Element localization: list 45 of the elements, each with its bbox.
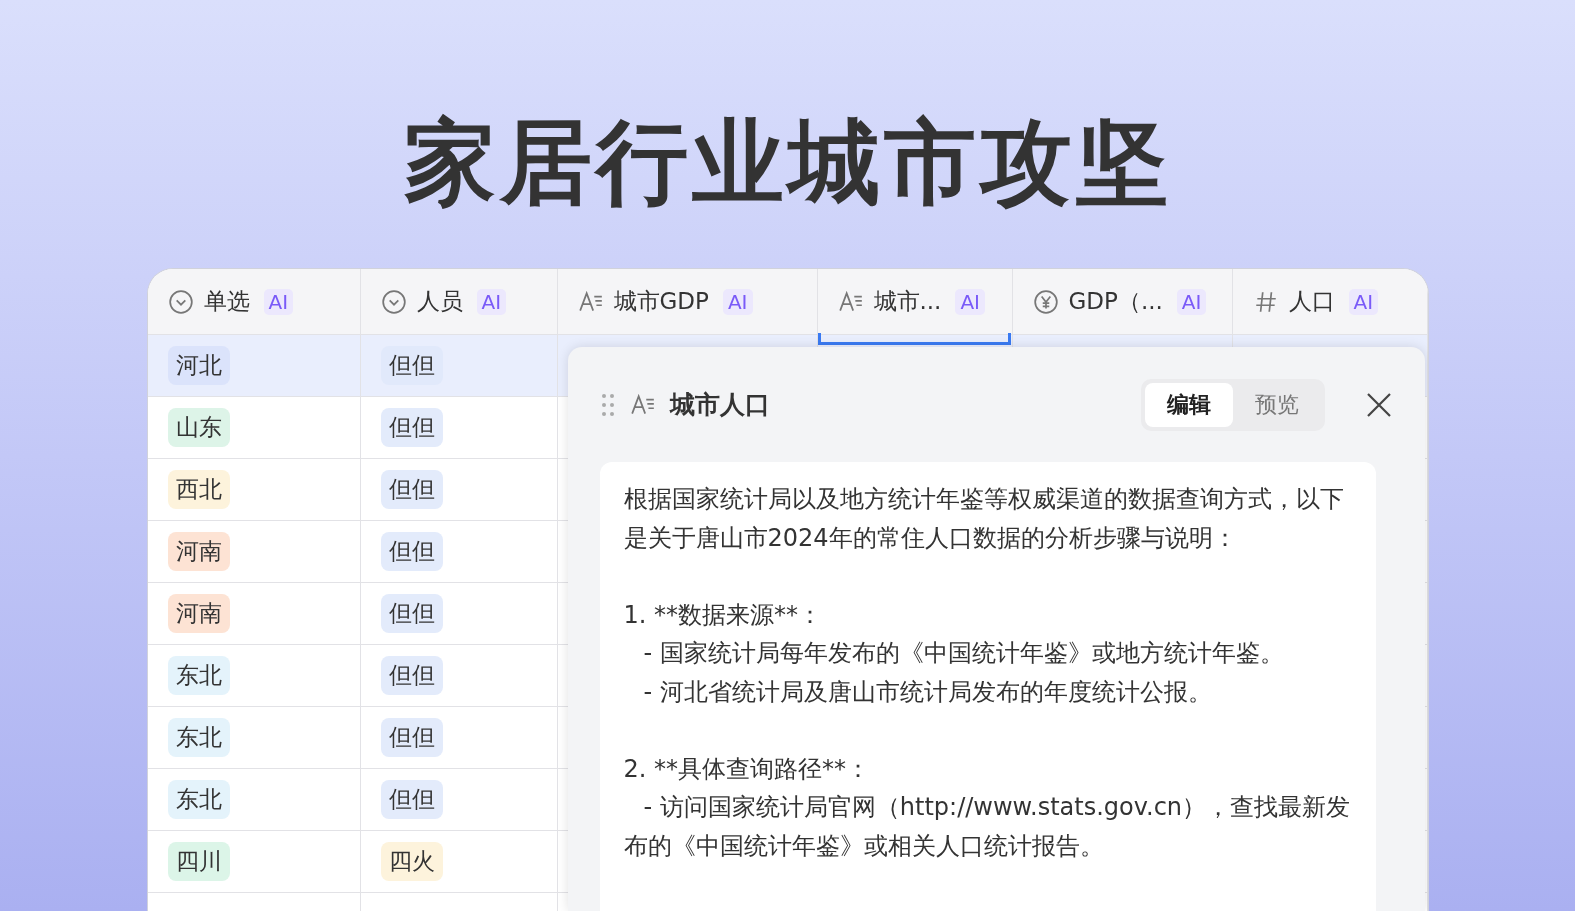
mode-tab[interactable]: 编辑	[1144, 382, 1233, 427]
content-list-item: - 访问国家统计局官网（http://www.stats.gov.cn），查找最新发布的《中国统计年鉴》或相关人口统计报告。	[623, 792, 1352, 862]
person-tag: 但但	[380, 408, 443, 447]
close-button[interactable]	[1364, 390, 1393, 419]
page-title: 家居行业城市攻坚	[403, 108, 1172, 218]
region-tag: 东北	[167, 780, 230, 819]
region-tag: 山东	[167, 408, 230, 447]
region-tag: 西北	[167, 470, 230, 509]
region-tag: 四川	[167, 842, 230, 881]
person-tag: 四火	[380, 842, 443, 881]
region-tag: 河南	[167, 594, 230, 633]
column-header[interactable]: 城市GDP	[613, 286, 709, 317]
ai-badge[interactable]: AI	[263, 288, 294, 315]
column-header[interactable]: 人口	[1288, 286, 1335, 317]
region-tag: 河北	[167, 346, 230, 385]
ai-badge[interactable]: AI	[1176, 288, 1207, 315]
column-header[interactable]: 城市...	[873, 286, 942, 317]
region-tag: 河南	[167, 532, 230, 571]
region-tag: 东北	[167, 718, 230, 757]
person-tag: 但但	[380, 780, 443, 819]
content-paragraph: 根据国家统计局以及地方统计年鉴等权威渠道的数据查询方式，以下是关于唐山市2024年的常住人口数据的分析步骤与说明：	[623, 484, 1345, 554]
ai-badge[interactable]: AI	[722, 288, 753, 315]
column-header[interactable]: 人员	[416, 286, 463, 317]
yen-circle-icon	[1032, 288, 1059, 315]
person-tag: 但但	[380, 656, 443, 695]
person-tag: 但但	[380, 470, 443, 509]
ai-badge[interactable]: AI	[1348, 288, 1379, 315]
person-tag: 但但	[380, 532, 443, 571]
person-tag: 但但	[380, 594, 443, 633]
panel-title: 城市人口	[669, 389, 771, 421]
drag-handle-icon[interactable]	[599, 391, 616, 418]
column-header[interactable]: GDP（...	[1068, 286, 1163, 317]
person-tag: 但但	[380, 718, 443, 757]
person-tag: 但但	[380, 346, 443, 385]
content-paragraph: 1. **数据来源**：	[623, 599, 824, 631]
dropdown-circle-icon	[167, 288, 194, 315]
content-list-item: - 国家统计局每年发布的《中国统计年鉴》或地方统计年鉴。	[642, 638, 1285, 669]
ai-badge[interactable]: AI	[476, 288, 507, 315]
column-header[interactable]: 单选	[203, 286, 250, 317]
dropdown-circle-icon	[380, 288, 407, 315]
content-list-item: - 河北省统计局及唐山市统计局发布的年度统计公报。	[642, 676, 1213, 708]
mode-tab[interactable]: 预览	[1232, 382, 1321, 427]
region-tag: 东北	[167, 656, 230, 695]
ai-badge[interactable]: AI	[955, 288, 986, 315]
content-paragraph: 2. **具体查询路径**：	[623, 753, 872, 785]
